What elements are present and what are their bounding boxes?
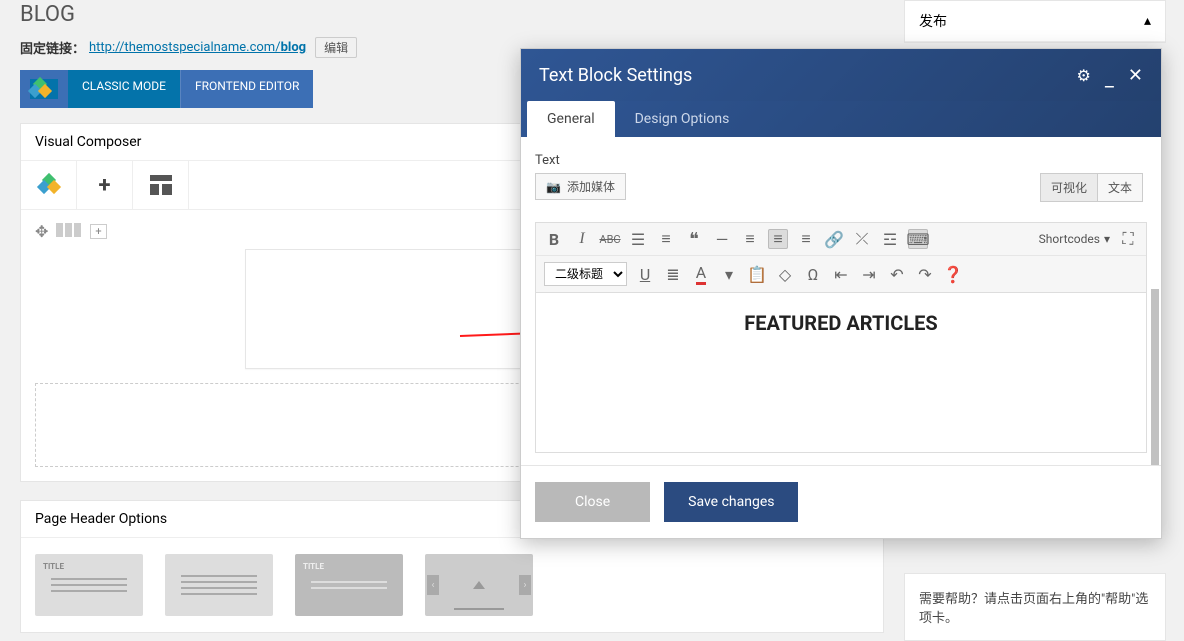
classic-mode-button[interactable]: CLASSIC MODE [68, 70, 180, 108]
close-icon[interactable]: ✕ [1128, 65, 1143, 86]
close-button[interactable]: Close [535, 482, 650, 522]
align-right-icon[interactable]: ≡ [796, 229, 816, 249]
undo-icon[interactable]: ↶ [887, 264, 907, 284]
unlink-icon[interactable]: ⤫ [852, 229, 872, 249]
editor-heading: FEATURED ARTICLES [546, 311, 1136, 335]
collapse-icon[interactable]: ▴ [1144, 13, 1151, 29]
permalink-link[interactable]: http://themostspecialname.com/blog [89, 40, 306, 55]
toolbar-toggle-icon[interactable]: ⌨ [908, 229, 928, 249]
help-icon[interactable]: ❓ [943, 264, 963, 284]
text-tab[interactable]: 文本 [1097, 173, 1143, 202]
edit-permalink-button[interactable]: 编辑 [315, 37, 357, 58]
chevron-down-icon[interactable]: ▾ [719, 264, 739, 284]
media-icon: 📷 [546, 180, 561, 194]
header-option-2[interactable] [165, 554, 273, 616]
text-color-icon[interactable]: A [691, 264, 711, 284]
wysiwyg-toolbar: B I ABC ☰ ≡ ❝ — ≡ ≡ ≡ 🔗 ⤫ ☲ ⌨ Shortcodes… [535, 222, 1147, 293]
frontend-editor-button[interactable]: FRONTEND EDITOR [180, 70, 314, 108]
tab-general[interactable]: General [527, 101, 615, 137]
editor-content[interactable]: FEATURED ARTICLES [535, 293, 1147, 453]
blockquote-icon[interactable]: ❝ [684, 229, 704, 249]
paste-text-icon[interactable]: 📋 [747, 264, 767, 284]
add-element-icon[interactable]: + [77, 161, 133, 209]
vc-panel-title: Visual Composer [35, 134, 141, 150]
columns-icon[interactable] [56, 222, 82, 241]
outdent-icon[interactable]: ⇤ [831, 264, 851, 284]
clear-format-icon[interactable]: ◇ [775, 264, 795, 284]
modal-body: Text 📷 添加媒体 可视化 文本 B I ABC ☰ ≡ ❝ — ≡ ≡ ≡… [521, 137, 1161, 465]
numbered-list-icon[interactable]: ≡ [656, 229, 676, 249]
underline-icon[interactable]: U [635, 264, 655, 284]
strike-icon[interactable]: ABC [600, 229, 620, 249]
modal-tabs: General Design Options [521, 101, 1161, 137]
text-block-settings-modal: Text Block Settings ⚙ _ ✕ General Design… [520, 48, 1162, 539]
publish-panel: 发布 ▴ [904, 0, 1166, 43]
modal-header: Text Block Settings ⚙ _ ✕ [521, 49, 1161, 101]
permalink-label: 固定链接： [20, 38, 85, 57]
tab-design-options[interactable]: Design Options [615, 101, 750, 137]
save-changes-button[interactable]: Save changes [664, 482, 798, 522]
add-media-button[interactable]: 📷 添加媒体 [535, 173, 626, 200]
special-char-icon[interactable]: Ω [803, 264, 823, 284]
gear-icon[interactable]: ⚙ [1077, 66, 1091, 85]
bullet-list-icon[interactable]: ☰ [628, 229, 648, 249]
scrollbar[interactable] [1151, 289, 1159, 465]
fullscreen-icon[interactable]: ⛶ [1118, 229, 1138, 249]
modal-footer: Close Save changes [521, 465, 1161, 538]
minimize-icon[interactable]: _ [1105, 67, 1114, 91]
more-icon[interactable]: ☲ [880, 229, 900, 249]
vc-logo-button[interactable] [20, 70, 68, 108]
align-center-icon[interactable]: ≡ [768, 229, 788, 249]
template-icon[interactable] [133, 161, 189, 209]
shortcodes-dropdown[interactable]: Shortcodes ▾ [1039, 232, 1110, 246]
hr-icon[interactable]: — [712, 229, 732, 249]
publish-header[interactable]: 发布 ▴ [905, 1, 1165, 42]
header-option-4[interactable]: ‹ › [425, 554, 533, 616]
chevron-down-icon: ▾ [1104, 232, 1110, 246]
help-text-box: 需要帮助？请点击页面右上角的"帮助"选项卡。 [904, 573, 1166, 641]
redo-icon[interactable]: ↷ [915, 264, 935, 284]
move-icon[interactable]: ✥ [35, 222, 48, 241]
header-options-list: TITLE TITLE ‹ › [21, 538, 883, 632]
align-left-icon[interactable]: ≡ [740, 229, 760, 249]
italic-icon[interactable]: I [572, 229, 592, 249]
add-icon[interactable]: + [90, 224, 106, 239]
link-icon[interactable]: 🔗 [824, 229, 844, 249]
vc-logo-icon[interactable] [21, 161, 77, 209]
indent-icon[interactable]: ⇥ [859, 264, 879, 284]
visual-tab[interactable]: 可视化 [1040, 173, 1098, 202]
editor-mode-tabs: 可视化 文本 [1041, 173, 1143, 202]
justify-icon[interactable]: ≣ [663, 264, 683, 284]
format-select[interactable]: 二级标题 [544, 262, 627, 286]
header-option-1[interactable]: TITLE [35, 554, 143, 616]
bold-icon[interactable]: B [544, 229, 564, 249]
modal-title: Text Block Settings [539, 65, 692, 86]
page-title: BLOG [20, 2, 884, 27]
header-option-3[interactable]: TITLE [295, 554, 403, 616]
text-field-label: Text [535, 153, 1147, 168]
